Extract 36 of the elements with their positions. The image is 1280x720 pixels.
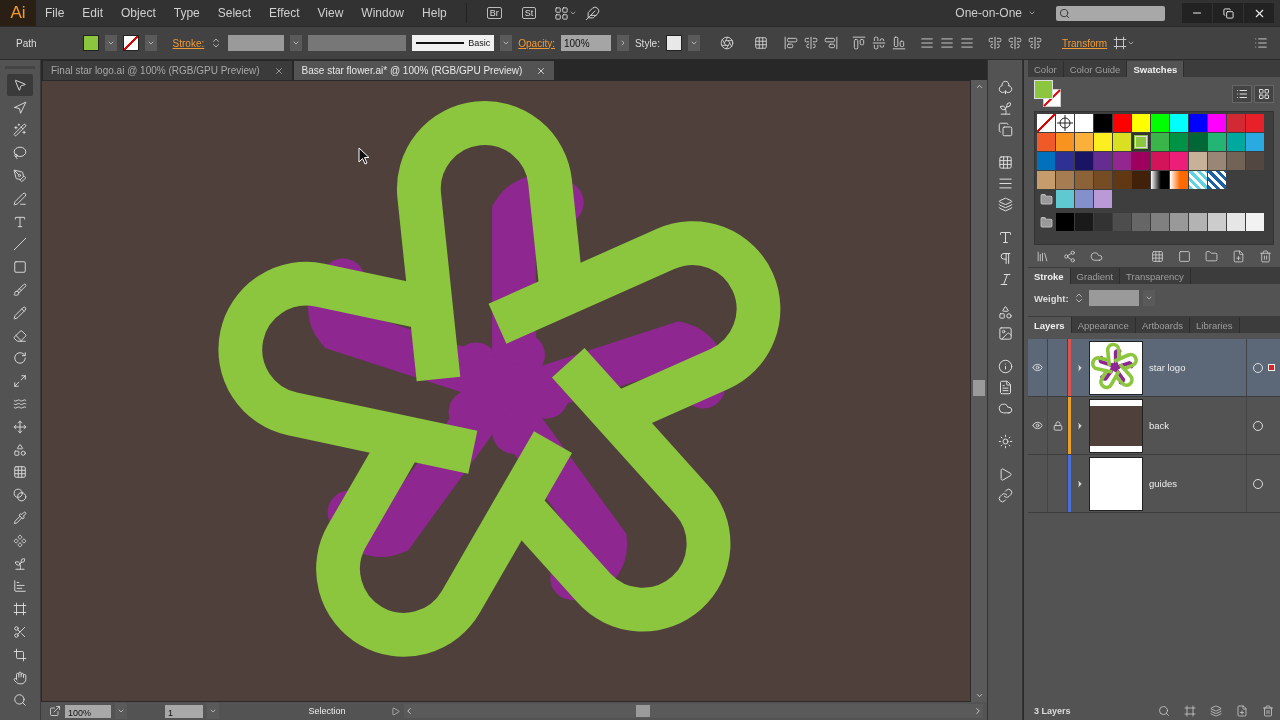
app-logo: Ai — [0, 0, 36, 26]
style-label: Style: — [634, 37, 660, 49]
workspace-switcher[interactable]: One-on-One — [955, 6, 1036, 20]
menu-item[interactable]: Select — [208, 6, 261, 20]
panel-tab[interactable]: Layers — [1028, 317, 1072, 333]
stroke-link[interactable]: Stroke: — [172, 37, 205, 49]
menu-item[interactable]: Object — [112, 6, 165, 20]
panel-tab[interactable]: Swatches — [1127, 61, 1185, 77]
panel-tab[interactable]: Stroke — [1028, 268, 1071, 284]
weight-label: Weight: — [1034, 292, 1069, 304]
menu-item[interactable]: Effect — [260, 6, 309, 20]
menu-item[interactable]: Window — [352, 6, 414, 20]
zoom-field[interactable]: 100% — [65, 704, 111, 718]
transform-link[interactable]: Transform — [1061, 37, 1108, 49]
layer-name: guides — [1149, 478, 1178, 489]
stock-button[interactable]: St — [521, 7, 537, 19]
document-tab[interactable]: Final star logo.ai @ 100% (RGB/GPU Preview) — [43, 61, 292, 80]
layer-count: 3 Layers — [1034, 706, 1072, 716]
menu-item[interactable]: Type — [164, 6, 209, 20]
menu-item[interactable]: Help — [413, 6, 456, 20]
menu-item[interactable]: File — [36, 6, 74, 20]
layer-row[interactable]: star logo — [1028, 339, 1280, 397]
brush-field[interactable]: Basic — [412, 35, 495, 51]
bridge-button[interactable]: Br — [486, 7, 502, 19]
artboard-field[interactable]: 1 — [165, 704, 203, 718]
opacity-field[interactable]: 100% — [560, 35, 611, 51]
layer-name: star logo — [1149, 362, 1187, 373]
layer-row[interactable]: back — [1028, 397, 1280, 455]
document-tab[interactable]: Base star flower.ai* @ 100% (RGB/GPU Preview) — [293, 61, 555, 80]
menu-item[interactable]: View — [308, 6, 353, 20]
selection-type-label: Path — [16, 37, 37, 49]
layer-name: back — [1149, 420, 1171, 431]
status-text: Selection — [307, 706, 347, 716]
menu-item[interactable]: Edit — [73, 6, 113, 20]
layer-row[interactable]: guides — [1028, 455, 1280, 513]
opacity-link[interactable]: Opacity: — [518, 37, 555, 49]
